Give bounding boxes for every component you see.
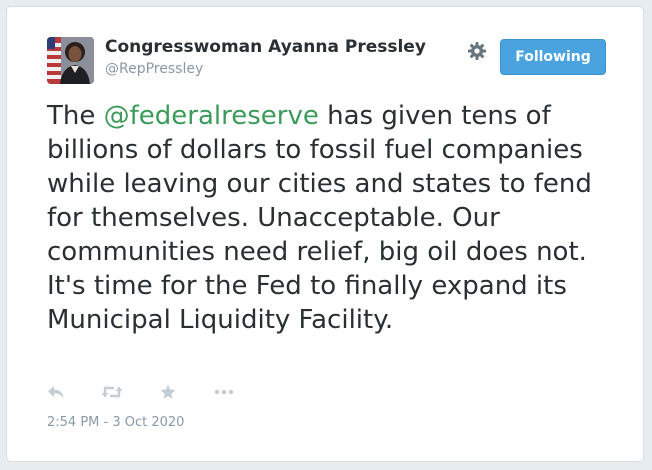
avatar[interactable] (47, 37, 94, 84)
gear-icon[interactable] (467, 41, 487, 61)
following-button[interactable]: Following (500, 39, 606, 75)
author-display-name[interactable]: Congresswoman Ayanna Pressley (105, 37, 426, 57)
more-options-icon[interactable] (213, 381, 235, 403)
tweet-text: The @federalreserve has given tens of bi… (47, 99, 617, 337)
retweet-icon[interactable] (101, 381, 123, 403)
reply-icon[interactable] (45, 381, 67, 403)
tweet-text-before: The (47, 101, 104, 131)
mention-link[interactable]: @federalreserve (104, 101, 319, 131)
favorite-star-icon[interactable] (157, 381, 179, 403)
tweet-text-after: has given tens of billions of dollars to… (47, 101, 592, 335)
author-handle[interactable]: @RepPressley (105, 61, 203, 77)
tweet-card: Congresswoman Ayanna Pressley @RepPressl… (6, 6, 644, 462)
tweet-actions (45, 381, 269, 403)
tweet-timestamp[interactable]: 2:54 PM - 3 Oct 2020 (47, 415, 184, 430)
avatar-image (47, 37, 94, 84)
